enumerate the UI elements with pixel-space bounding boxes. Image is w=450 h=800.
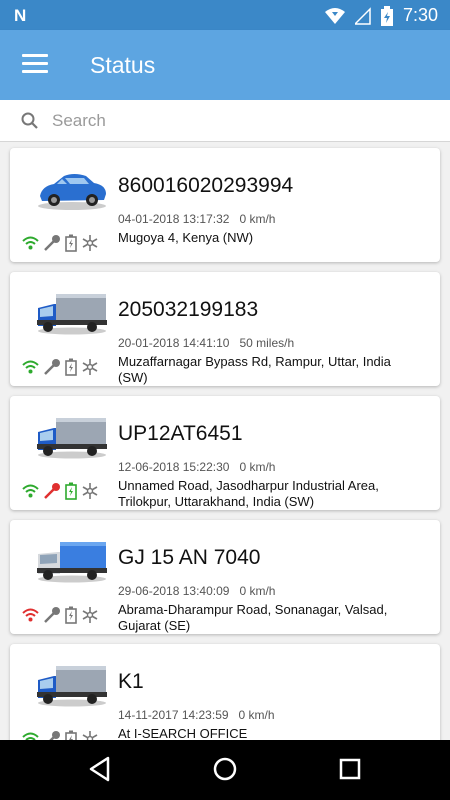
battery-icon [65,730,77,740]
timestamp: 14-11-2017 14:23:59 [118,708,229,722]
speed: 0 km/h [239,212,276,226]
battery-icon [65,234,77,252]
vehicle-id: GJ 15 AN 7040 [118,546,261,569]
back-icon[interactable] [88,756,112,782]
vehicle-card[interactable]: 860016020293994 04-01-2018 13:17:32 0 km/… [10,148,440,262]
page-title: Status [90,52,156,78]
ac-snowflake-icon [82,731,98,740]
timestamp: 20-01-2018 14:41:10 [118,336,230,350]
vehicle-address: Unnamed Road, Jasodharpur Industrial Are… [118,478,379,509]
recents-icon[interactable] [338,756,362,782]
ignition-key-icon [44,235,60,251]
ac-snowflake-icon [82,483,98,499]
notification-n-icon: N [14,6,27,25]
status-bar: N 7:30 [0,0,450,30]
timestamp: 29-06-2018 13:40:09 [118,584,230,598]
vehicle-address: Abrama-Dharampur Road, Sonanagar, Valsad… [118,602,388,633]
wifi-icon [324,7,345,24]
clock: 7:30 [402,5,438,25]
search-bar [0,100,450,142]
timestamp: 04-01-2018 13:17:32 [118,212,230,226]
battery-icon [65,606,77,624]
truck-icon [37,418,107,459]
vehicle-meta: 20-01-2018 14:41:10 50 miles/h [118,336,294,350]
vehicle-card[interactable]: K1 14-11-2017 14:23:59 0 km/h At I-SEARCH… [10,644,440,740]
vehicle-list: 860016020293994 04-01-2018 13:17:32 0 km/… [0,142,450,740]
ignition-key-icon [44,607,60,623]
car-icon [38,174,106,210]
truck-icon [37,666,107,707]
vehicle-card[interactable]: GJ 15 AN 7040 29-06-2018 13:40:09 0 km/h … [10,520,440,634]
status-icons [22,358,99,376]
vehicle-meta: 14-11-2017 14:23:59 0 km/h [118,708,275,722]
home-icon[interactable] [212,756,238,782]
gps-signal-icon [22,608,39,622]
lorry-icon [37,542,107,583]
gps-signal-icon [22,484,39,498]
search-icon [21,112,38,129]
vehicle-meta: 12-06-2018 15:22:30 0 km/h [118,460,275,474]
ignition-key-icon [44,483,60,499]
speed: 0 km/h [238,708,275,722]
vehicle-id: K1 [118,670,144,693]
cell-signal-icon [354,6,371,25]
gps-signal-icon [22,236,39,250]
vehicle-meta: 29-06-2018 13:40:09 0 km/h [118,584,275,598]
speed: 50 miles/h [239,336,295,350]
ignition-key-icon [49,731,60,740]
vehicle-id: 205032199183 [118,298,259,321]
vehicle-id: 860016020293994 [118,174,294,197]
battery-charging-icon [380,5,393,26]
ac-snowflake-icon [82,607,98,623]
gps-signal-icon [22,360,39,374]
search-input[interactable] [52,108,432,134]
ac-snowflake-icon [82,359,98,375]
menu-button[interactable] [22,54,48,76]
ignition-key-icon [44,359,60,375]
vehicle-address: At I-SEARCH OFFICE [118,726,248,740]
status-icons [22,730,99,740]
status-icons [22,234,99,252]
status-icons [22,606,99,624]
gps-signal-icon [22,732,39,740]
vehicle-meta: 04-01-2018 13:17:32 0 km/h [118,212,275,226]
speed: 0 km/h [239,584,276,598]
truck-icon [37,294,107,335]
vehicle-card[interactable]: UP12AT6451 12-06-2018 15:22:30 0 km/h Unn… [10,396,440,510]
speed: 0 km/h [239,460,276,474]
battery-icon [65,482,77,500]
app-bar: Status [0,30,450,100]
vehicle-address: Mugoya 4, Kenya (NW) [118,230,254,245]
timestamp: 12-06-2018 15:22:30 [118,460,230,474]
vehicle-address: Muzaffarnagar Bypass Rd, Rampur, Uttar, … [118,354,391,385]
status-icons [22,482,99,500]
system-nav-bar [0,740,450,800]
vehicle-id: UP12AT6451 [118,422,243,445]
ac-snowflake-icon [82,235,98,251]
battery-icon [65,358,77,376]
vehicle-card[interactable]: 205032199183 20-01-2018 14:41:10 50 miles… [10,272,440,386]
